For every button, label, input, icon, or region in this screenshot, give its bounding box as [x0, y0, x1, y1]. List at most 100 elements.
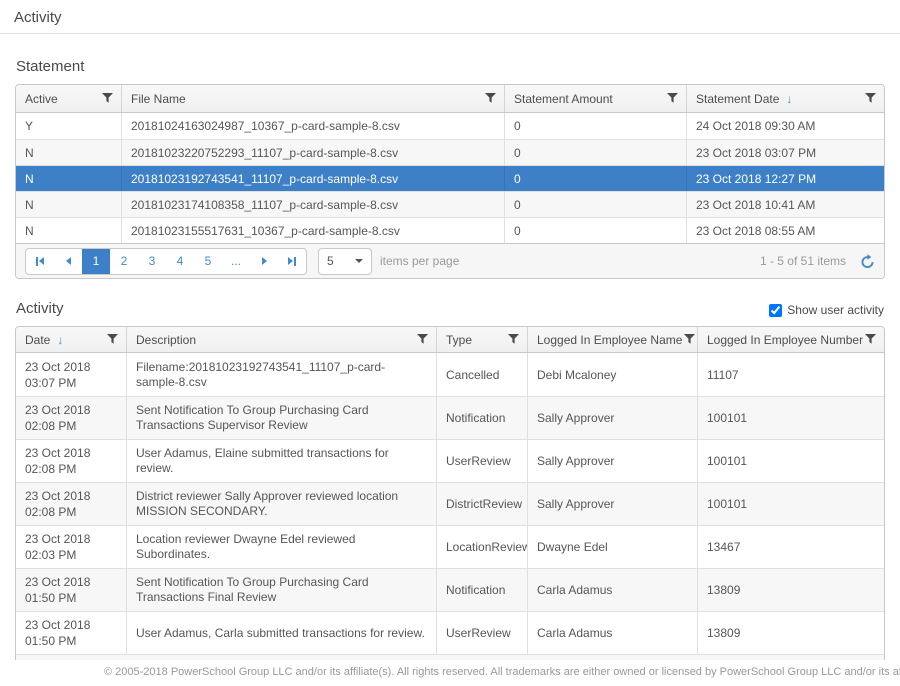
page-size-select[interactable]: 5	[318, 248, 372, 275]
activity-table-row: 23 Oct 2018 01:50 PM Sent Notification T…	[16, 568, 884, 611]
show-user-activity-label: Show user activity	[787, 303, 884, 317]
activity-table-row: 23 Oct 2018 02:08 PM User Adamus, Elaine…	[16, 439, 884, 482]
cell-employee-number: 100101	[697, 440, 884, 482]
cell-date-time: 02:08 PM	[25, 418, 76, 434]
statement-table-row[interactable]: N 20181023174108358_11107_p-card-sample-…	[16, 191, 884, 217]
pager-page-button[interactable]: 4	[166, 249, 194, 274]
cell-file-name: 20181023220752293_11107_p-card-sample-8.…	[121, 140, 504, 165]
cell-employee-name: Carla Adamus	[527, 569, 697, 611]
statement-table-row[interactable]: Y 20181024163024987_10367_p-card-sample-…	[16, 113, 884, 139]
cell-description: Filename:20181023192743541_11107_p-card-…	[136, 360, 427, 390]
filter-icon[interactable]	[483, 91, 498, 106]
column-label: Description	[136, 333, 196, 347]
cell-employee-number: 13809	[697, 612, 884, 654]
column-header-description[interactable]: Description	[126, 327, 436, 352]
cell-date: 23 Oct 2018 01:50 PM	[16, 612, 126, 654]
cell-date: 23 Oct 2018 02:08 PM	[16, 440, 126, 482]
column-header-statement-amount[interactable]: Statement Amount	[504, 85, 686, 112]
chevron-down-icon	[355, 259, 363, 263]
cell-date-time: 01:50 PM	[25, 590, 76, 606]
filter-icon[interactable]	[105, 332, 120, 347]
cell-employee-number: 13467	[697, 526, 884, 568]
pager-page-button[interactable]: 5	[194, 249, 222, 274]
cell-date: 23 Oct 2018 03:07 PM	[16, 353, 126, 396]
cell-employee-number: 100101	[697, 483, 884, 525]
column-label: Date	[25, 333, 50, 347]
statement-pager: 12345... 5 items per page 1 - 5 of 51 it…	[16, 243, 884, 278]
cell-employee-number: 11107	[697, 353, 884, 396]
cell-employee-name: Sally Approver	[527, 397, 697, 439]
column-header-employee-name[interactable]: Logged In Employee Name	[527, 327, 697, 352]
show-user-activity-toggle[interactable]: Show user activity	[769, 303, 884, 317]
column-label: Type	[446, 333, 472, 347]
pager-next-button[interactable]	[250, 249, 278, 274]
statement-table-row[interactable]: N 20181023155517631_10367_p-card-sample-…	[16, 217, 884, 243]
cell-employee-number: 100101	[697, 397, 884, 439]
pager-page-button[interactable]: ...	[222, 249, 250, 274]
cell-date-day: 23 Oct 2018	[25, 574, 90, 590]
cell-statement-amount: 0	[504, 166, 686, 191]
pager-page-button[interactable]: 3	[138, 249, 166, 274]
statement-heading: Statement	[16, 58, 885, 75]
cell-employee-name: Debi Mcaloney	[527, 353, 697, 396]
cell-file-name: 20181023155517631_10367_p-card-sample-8.…	[121, 218, 504, 243]
cell-statement-date: 23 Oct 2018 10:41 AM	[686, 192, 884, 217]
cell-date: 23 Oct 2018 01:50 PM	[16, 569, 126, 611]
cell-description: Sent Notification To Group Purchasing Ca…	[136, 575, 427, 605]
cell-description: Location reviewer Dwayne Edel reviewed S…	[136, 532, 427, 562]
cell-description: User Adamus, Carla submitted transaction…	[136, 626, 425, 641]
column-header-employee-number[interactable]: Logged In Employee Number	[697, 327, 884, 352]
statement-table-header: Active File Name Statement Amount Statem…	[16, 85, 884, 113]
activity-table-row: 23 Oct 2018 02:08 PM District reviewer S…	[16, 482, 884, 525]
cell-date-time: 02:03 PM	[25, 547, 76, 563]
cell-type: DistrictReview	[436, 483, 527, 525]
column-header-type[interactable]: Type	[436, 327, 527, 352]
show-user-activity-checkbox[interactable]	[769, 304, 782, 317]
pager-first-button[interactable]	[26, 249, 54, 274]
activity-table-body: 23 Oct 2018 03:07 PM Filename:2018102319…	[16, 353, 884, 654]
cell-statement-date: 23 Oct 2018 08:55 AM	[686, 218, 884, 243]
filter-icon[interactable]	[415, 332, 430, 347]
cell-employee-name: Carla Adamus	[527, 612, 697, 654]
cell-description: District reviewer Sally Approver reviewe…	[136, 489, 427, 519]
activity-table-row: 23 Oct 2018 01:50 PM User Adamus, Carla …	[16, 611, 884, 654]
filter-icon[interactable]	[863, 91, 878, 106]
filter-icon[interactable]	[506, 332, 521, 347]
pager-page-button[interactable]: 1	[82, 249, 110, 274]
page-size-value: 5	[327, 254, 334, 268]
cell-date-day: 23 Oct 2018	[25, 359, 90, 375]
main-content: Statement Active File Name Statement Amo…	[0, 58, 900, 662]
cell-description: User Adamus, Elaine submitted transactio…	[136, 446, 427, 476]
cell-active: N	[16, 166, 121, 191]
statement-table-body: Y 20181024163024987_10367_p-card-sample-…	[16, 113, 884, 243]
cell-type: UserReview	[436, 612, 527, 654]
refresh-icon[interactable]	[860, 254, 875, 269]
column-label: Logged In Employee Name	[537, 333, 682, 347]
filter-icon[interactable]	[682, 332, 697, 347]
pager-pages: 12345...	[82, 249, 250, 274]
column-header-active[interactable]: Active	[16, 85, 121, 112]
cell-statement-date: 24 Oct 2018 09:30 AM	[686, 113, 884, 139]
activity-header-row: Activity Show user activity	[16, 300, 884, 317]
column-header-statement-date[interactable]: Statement Date ↓	[686, 85, 884, 112]
filter-icon[interactable]	[863, 332, 878, 347]
column-header-file-name[interactable]: File Name	[121, 85, 504, 112]
column-label: Logged In Employee Number	[707, 333, 863, 347]
cell-active: N	[16, 140, 121, 165]
cell-file-name: 20181023174108358_11107_p-card-sample-8.…	[121, 192, 504, 217]
activity-table-header: Date ↓ Description Type Logged In Emplo	[16, 327, 884, 353]
pager-prev-button[interactable]	[54, 249, 82, 274]
statement-table-row[interactable]: N 20181023220752293_11107_p-card-sample-…	[16, 139, 884, 165]
cell-type: Cancelled	[436, 353, 527, 396]
cell-date-day: 23 Oct 2018	[25, 617, 90, 633]
pager-page-button[interactable]: 2	[110, 249, 138, 274]
cell-employee-name: Sally Approver	[527, 483, 697, 525]
column-header-date[interactable]: Date ↓	[16, 327, 126, 352]
sort-desc-icon: ↓	[786, 92, 792, 106]
pager-last-button[interactable]	[278, 249, 306, 274]
statement-table-row[interactable]: N 20181023192743541_11107_p-card-sample-…	[16, 165, 884, 191]
filter-icon[interactable]	[100, 91, 115, 106]
cell-active: N	[16, 192, 121, 217]
cell-employee-number: 13809	[697, 569, 884, 611]
filter-icon[interactable]	[665, 91, 680, 106]
